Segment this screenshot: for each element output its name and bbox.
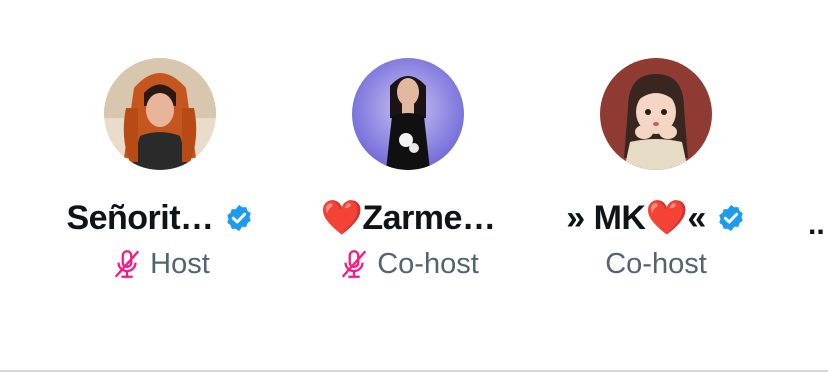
avatar[interactable] (600, 58, 712, 170)
name-row: Señorit… (30, 196, 290, 240)
mic-muted-icon (342, 250, 367, 278)
speaker-card-2[interactable]: ❤️Zarme… Co-host (278, 0, 538, 300)
name-row: » MK❤️« (526, 196, 786, 240)
speaker-name: ❤️Zarme… (321, 198, 496, 238)
heart-emoji: ❤️ (645, 199, 688, 237)
speaker-role: Co-host (605, 247, 707, 280)
cartoon-girl-avatar-image (600, 58, 712, 170)
role-row: Host (30, 244, 290, 284)
heart-emoji: ❤️ (320, 199, 363, 237)
mic-muted-icon (114, 250, 140, 278)
speaker-role: Host (150, 247, 210, 280)
name-row: ❤️Zarme… (278, 196, 538, 240)
speakers-list: Señorit… Host ❤️Zarme… Co-host » MK❤️« C… (0, 0, 828, 370)
speaker-name: » MK❤️« (566, 198, 706, 238)
verified-badge-icon (226, 204, 251, 232)
speaker-name-prefix: » MK (566, 199, 646, 237)
speaker-card-1[interactable]: Señorit… Host (30, 0, 290, 300)
avatar[interactable] (352, 58, 464, 170)
verified-badge-icon (719, 204, 743, 232)
woman-black-dress-avatar-image (352, 58, 464, 170)
speaker-card-3[interactable]: » MK❤️« Co-host (526, 0, 786, 300)
speaker-name-text: Zarme… (362, 199, 496, 237)
speaker-name-suffix: « (687, 199, 706, 237)
speaker-role: Co-host (377, 247, 479, 280)
next-speaker-truncated-name[interactable]: .. (808, 208, 825, 242)
woman-red-hair-avatar-image (104, 58, 216, 170)
speaker-name: Señorit… (66, 198, 214, 237)
role-row: Co-host (278, 244, 538, 284)
role-row: Co-host (526, 244, 786, 284)
avatar[interactable] (104, 58, 216, 170)
bottom-divider (0, 370, 828, 372)
